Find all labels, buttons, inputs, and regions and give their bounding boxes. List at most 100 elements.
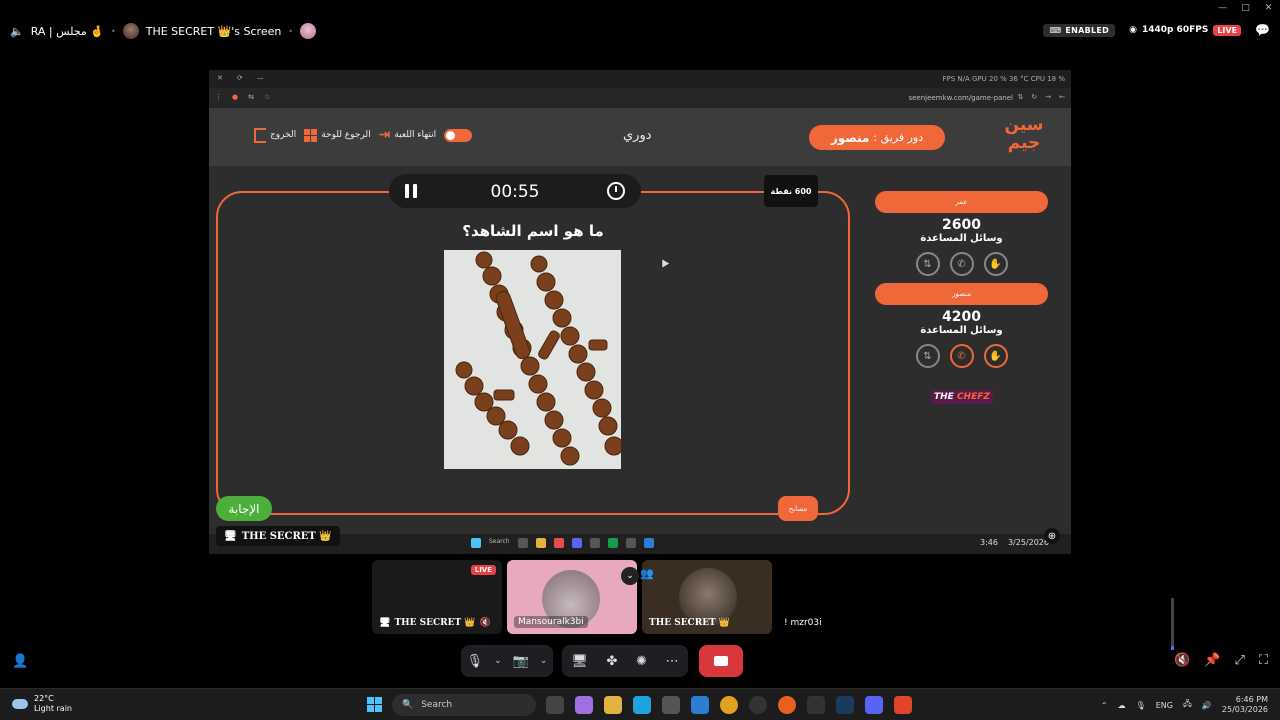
swap-lifeline-icon[interactable]: ⇅ [915, 252, 940, 276]
exit-button[interactable]: الخروج [254, 127, 296, 143]
game-header: الخروج الرجوع للوحة ⇥ انتهاء اللعبة دوري … [209, 108, 1071, 166]
phone-lifeline-icon[interactable]: ✆ [949, 344, 974, 368]
avatar [300, 23, 317, 39]
reload-icon[interactable]: ⟳ [237, 74, 243, 82]
participant-tile[interactable]: LIVE 🖥 THE SECRET 👑 🔇 [372, 560, 502, 634]
chrome-icon[interactable] [720, 696, 738, 714]
stream-quality[interactable]: ◉ 1440p 60FPS LIVE [1129, 24, 1242, 36]
taskbar-apps [546, 696, 912, 714]
translate-icon[interactable]: ⇅ [1018, 93, 1024, 101]
participant-tile[interactable]: THE SECRET 👑 [642, 560, 772, 634]
avatar [122, 23, 139, 39]
participant-tile[interactable]: Mansouralk3bi [507, 560, 637, 634]
discord-icon[interactable] [865, 696, 883, 714]
exit-icon [254, 127, 266, 143]
speaker-icon[interactable]: 🔈 [10, 25, 24, 38]
minimize-button[interactable]: — [1211, 0, 1234, 16]
soundboard-icon[interactable]: ✺ [636, 654, 647, 669]
mail-icon[interactable] [691, 696, 709, 714]
question-text: ما هو اسم الشاهد؟ [462, 222, 604, 240]
maximize-button[interactable]: □ [1234, 0, 1257, 16]
language-indicator[interactable]: ENG [1156, 701, 1173, 710]
microphone-icon[interactable]: 🎙 [1136, 701, 1146, 710]
steam-icon[interactable] [836, 696, 854, 714]
close-button[interactable]: ✕ [1257, 0, 1280, 16]
more-icon[interactable]: ⋯ [666, 654, 679, 669]
chat-icon[interactable]: 💬 [1255, 23, 1270, 37]
team-name: منصور [875, 283, 1048, 305]
firefox-icon[interactable] [778, 696, 796, 714]
end-game-toggle[interactable] [444, 128, 473, 142]
start-button[interactable] [367, 697, 382, 712]
window-controls: — □ ✕ [1211, 0, 1280, 16]
hand-lifeline-icon[interactable]: ✋ [983, 344, 1008, 368]
collapse-participants-button[interactable]: ⌄ [621, 567, 639, 585]
chevron-down-icon[interactable]: ⌄ [540, 656, 548, 666]
screen-share-icon[interactable]: 🖥 [571, 654, 588, 669]
enabled-badge[interactable]: ⌨ ENABLED [1043, 23, 1116, 37]
pin-icon[interactable]: 📌 [1204, 653, 1220, 668]
signal-icon: ◉ [1129, 25, 1137, 35]
volume-icon[interactable]: 🔊 [1202, 701, 1212, 710]
task-view-icon[interactable] [546, 696, 564, 714]
participant-name: THE SECRET 👑 [394, 618, 476, 628]
folder-icon [535, 538, 546, 548]
camera-off-icon[interactable]: 📷 [513, 654, 529, 669]
store-icon[interactable] [662, 696, 680, 714]
volume-muted-icon[interactable]: 🔇 [1174, 653, 1190, 668]
edge-icon[interactable] [633, 696, 651, 714]
weather-widget[interactable]: 22°C Light rain [12, 694, 72, 714]
live-badge: LIVE [470, 565, 496, 575]
github-icon[interactable] [749, 696, 767, 714]
url-text[interactable]: seenjeemkw.com/game-panel [908, 94, 1013, 102]
lifelines: ⇅ ✆ ✋ [875, 252, 1048, 276]
phone-lifeline-icon[interactable]: ✆ [949, 252, 974, 276]
leave-call-button[interactable] [699, 645, 743, 677]
app-icon[interactable] [575, 696, 593, 714]
participant-tile[interactable]: ! mzr03i [777, 560, 907, 634]
app-icon[interactable] [807, 696, 825, 714]
forward-icon[interactable]: → [1045, 93, 1051, 101]
wallet-icon[interactable]: ⇆ [248, 93, 254, 101]
file-explorer-icon[interactable] [604, 696, 622, 714]
disconnect-icon [714, 656, 728, 666]
close-tab-icon[interactable]: ✕ [217, 74, 223, 82]
invite-icon[interactable]: 👤 [12, 654, 28, 669]
reset-timer-icon[interactable] [607, 182, 625, 200]
brave-icon[interactable] [894, 696, 912, 714]
team-score: 2600 [942, 217, 981, 233]
microphone-icon[interactable]: 🎙 [467, 654, 484, 669]
sponsor-logo: THE CHEFZ [931, 390, 993, 404]
category-button[interactable]: مسابح [778, 496, 818, 521]
channel-name[interactable]: RA | مجلس 🤞 [31, 25, 104, 38]
weather-desc: Light rain [34, 704, 72, 713]
app-icon [553, 538, 564, 548]
brave-icon[interactable]: ● [232, 93, 238, 101]
refresh-icon[interactable]: ↻ [1031, 93, 1037, 101]
bookmark-icon[interactable]: ☆ [264, 93, 270, 101]
chevron-down-icon[interactable]: ⌄ [494, 656, 502, 666]
participants-icon[interactable]: 👥 [640, 567, 654, 580]
taskbar-search[interactable]: 🔍 Search [392, 694, 536, 716]
minimize-icon[interactable]: — [257, 74, 264, 82]
zoom-icon[interactable]: ⊕ [1044, 528, 1060, 544]
swap-lifeline-icon[interactable]: ⇅ [915, 344, 940, 368]
fullscreen-icon[interactable]: ⛶ [1259, 653, 1268, 668]
chevron-up-icon[interactable]: ⌃ [1101, 701, 1108, 710]
separator-dot: • [288, 26, 294, 36]
activities-icon[interactable]: ✤ [607, 654, 618, 669]
hand-lifeline-icon[interactable]: ✋ [983, 252, 1008, 276]
back-to-board-button[interactable]: الرجوع للوحة [304, 128, 371, 142]
volume-slider[interactable] [1171, 598, 1174, 650]
menu-icon[interactable]: ⋮ [215, 93, 222, 101]
clock[interactable]: 6:46 PM 25/03/2026 [1222, 695, 1268, 715]
popout-icon[interactable]: ⤢ [1234, 653, 1244, 668]
network-icon[interactable]: 🖧 [1183, 698, 1192, 712]
back-icon[interactable]: ← [1059, 93, 1065, 101]
window-titlebar: — □ ✕ [0, 0, 1280, 16]
search-icon: 🔍 [402, 700, 414, 710]
end-game-button[interactable]: ⇥ انتهاء اللعبة [379, 127, 437, 143]
answer-button[interactable]: الإجابة [216, 496, 272, 521]
onedrive-icon[interactable]: ☁ [1118, 701, 1126, 710]
participant-name: Mansouralk3bi [518, 617, 584, 627]
